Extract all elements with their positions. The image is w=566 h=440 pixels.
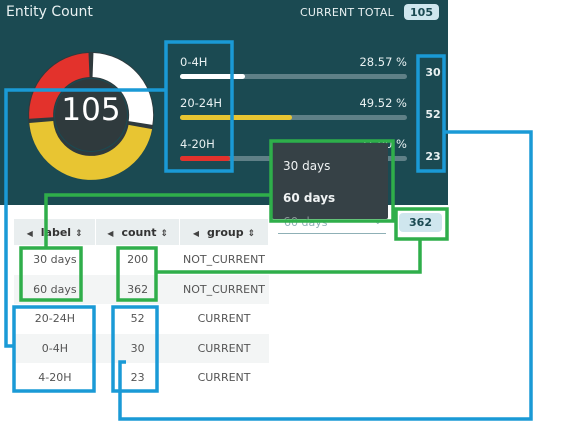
metric-fill bbox=[180, 115, 293, 120]
caret-left-icon: ◀ bbox=[107, 228, 114, 238]
period-count-badge: 362 bbox=[399, 213, 442, 232]
entity-table: ◀ label ⇕ ◀ count ⇕ ◀ group ⇕ 30 days 200 NOT_… bbox=[14, 219, 269, 393]
period-dropdown-menu: 30 days 60 days 60 days bbox=[272, 143, 388, 219]
cell-label: 0-4H bbox=[14, 333, 96, 363]
metric-count: 30 bbox=[425, 66, 441, 79]
table-row: 60 days 362 NOT_CURRENT bbox=[14, 274, 269, 304]
widget-title: Entity Count bbox=[6, 4, 93, 20]
gauge-value: 105 bbox=[61, 92, 121, 128]
cell-label: 4-20H bbox=[38, 371, 72, 385]
metric-label: 4-20H bbox=[180, 137, 215, 151]
cell-label: 60 days bbox=[14, 274, 96, 304]
metric-fill bbox=[180, 74, 245, 79]
period-option-partial: 60 days bbox=[283, 215, 330, 219]
sort-icon[interactable]: ⇕ bbox=[160, 229, 168, 239]
cell-label: 20-24H bbox=[34, 312, 75, 326]
cell-group: CURRENT bbox=[197, 371, 251, 385]
cell-count: 362 bbox=[95, 274, 180, 304]
metric-label: 20-24H bbox=[180, 96, 223, 110]
period-option-30-days[interactable]: 30 days bbox=[283, 159, 330, 173]
cell-label: 30 days bbox=[33, 253, 77, 267]
caret-left-icon: ◀ bbox=[26, 228, 33, 238]
metric-label: 0-4H bbox=[180, 55, 208, 69]
column-header-group[interactable]: ◀ group ⇕ bbox=[179, 219, 269, 245]
metric-count: 52 bbox=[425, 108, 441, 121]
table-row: 4-20H 23 CURRENT bbox=[14, 363, 269, 393]
sort-icon[interactable]: ⇕ bbox=[75, 229, 83, 239]
metric-row-20-24h: 20-24H 49.52 % bbox=[180, 96, 410, 126]
cell-count: 52 bbox=[130, 312, 145, 326]
metric-percent: 28.57 % bbox=[359, 55, 407, 69]
cell-count: 30 bbox=[95, 333, 180, 363]
table-row: 30 days 200 NOT_CURRENT bbox=[14, 245, 269, 275]
cell-group: CURRENT bbox=[197, 312, 251, 326]
metric-track bbox=[180, 74, 407, 79]
metric-row-0-4h: 0-4H 28.57 % bbox=[180, 55, 410, 85]
cell-group: NOT_CURRENT bbox=[179, 274, 269, 304]
column-header-count[interactable]: ◀ count ⇕ bbox=[95, 219, 181, 245]
table-row: 20-24H 52 CURRENT bbox=[14, 304, 269, 334]
cell-group: NOT_CURRENT bbox=[183, 253, 266, 267]
metric-fill bbox=[180, 156, 230, 161]
current-total-label: CURRENT TOTAL bbox=[300, 6, 394, 19]
table-row: 0-4H 30 CURRENT bbox=[14, 333, 269, 363]
cell-count: 23 bbox=[130, 371, 145, 385]
metric-track bbox=[180, 115, 407, 120]
period-option-60-days[interactable]: 60 days bbox=[283, 191, 335, 205]
sort-icon[interactable]: ⇕ bbox=[248, 229, 256, 239]
caret-left-icon: ◀ bbox=[192, 228, 200, 238]
cell-count: 200 bbox=[127, 253, 149, 267]
current-total-badge: 105 bbox=[404, 4, 439, 20]
metric-percent: 49.52 % bbox=[359, 96, 407, 110]
column-header-label[interactable]: ◀ label ⇕ bbox=[14, 219, 97, 245]
metric-count: 23 bbox=[425, 150, 441, 163]
cell-group: CURRENT bbox=[179, 333, 269, 363]
